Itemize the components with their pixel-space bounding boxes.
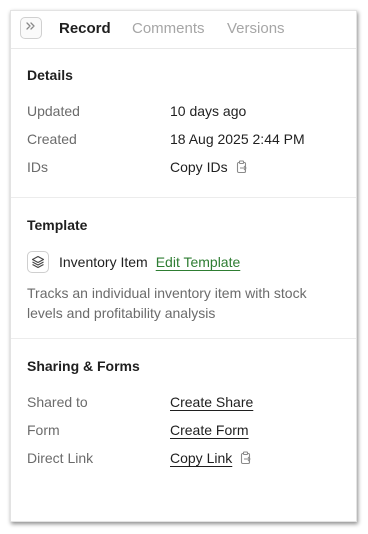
layers-icon	[27, 251, 49, 273]
updated-label: Updated	[27, 103, 80, 119]
template-heading: Template	[27, 217, 88, 233]
tab-versions[interactable]: Versions	[227, 20, 285, 37]
ids-label: IDs	[27, 159, 48, 175]
created-label: Created	[27, 131, 77, 147]
template-row: Inventory Item Edit Template	[27, 251, 240, 273]
copy-ids-text[interactable]: Copy IDs	[170, 159, 228, 175]
create-form-row: Create Form	[170, 422, 249, 438]
copy-ids-control[interactable]: Copy IDs	[170, 159, 248, 175]
copy-link-link[interactable]: Copy Link	[170, 450, 232, 466]
template-description: Tracks an individual inventory item with…	[27, 285, 307, 321]
copy-icon[interactable]	[236, 160, 248, 174]
record-panel: Record Comments Versions Details Updated…	[10, 10, 357, 522]
form-label: Form	[27, 422, 60, 438]
updated-value: 10 days ago	[170, 103, 247, 119]
create-share-link[interactable]: Create Share	[170, 394, 253, 410]
sharing-heading: Sharing & Forms	[27, 358, 140, 374]
direct-link-label: Direct Link	[27, 450, 94, 466]
tab-record[interactable]: Record	[59, 20, 111, 37]
create-share-row: Create Share	[170, 394, 253, 410]
copy-icon[interactable]	[240, 451, 252, 465]
copy-link-row: Copy Link	[170, 450, 252, 466]
created-value: 18 Aug 2025 2:44 PM	[170, 131, 305, 147]
create-form-link[interactable]: Create Form	[170, 422, 249, 438]
details-heading: Details	[27, 67, 73, 83]
collapse-panel-button[interactable]	[20, 17, 42, 39]
chevrons-right-icon	[25, 19, 37, 37]
shared-to-label: Shared to	[27, 394, 88, 410]
template-name: Inventory Item	[59, 254, 148, 270]
section-divider	[11, 338, 356, 339]
tab-bar: Record Comments Versions	[11, 11, 356, 49]
edit-template-link[interactable]: Edit Template	[156, 254, 241, 270]
section-divider	[11, 197, 356, 198]
tab-comments[interactable]: Comments	[132, 20, 205, 37]
